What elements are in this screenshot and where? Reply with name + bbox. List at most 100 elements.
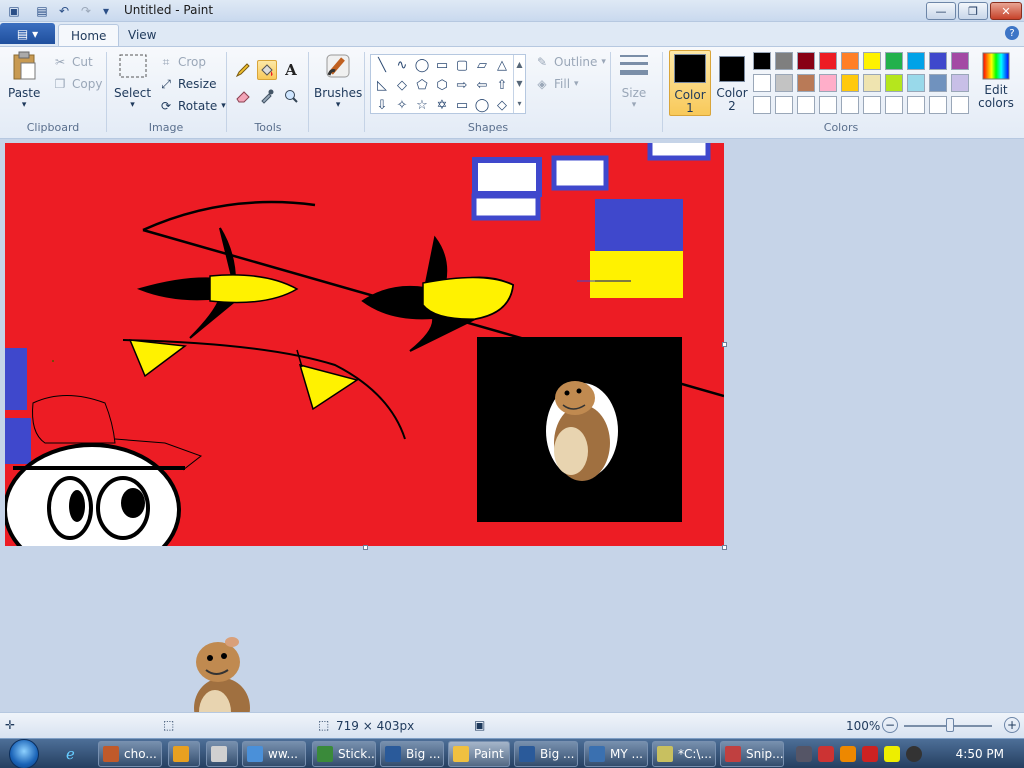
cloud-callout-shape-icon[interactable]: ◇: [493, 96, 511, 114]
palette-color-swatch[interactable]: [753, 74, 771, 92]
flag-icon[interactable]: [862, 746, 878, 762]
taskbar-item[interactable]: MY ...: [584, 741, 648, 767]
undo-icon[interactable]: ↶: [56, 3, 72, 19]
drawing-canvas[interactable]: [5, 143, 724, 546]
curve-shape-icon[interactable]: ∿: [393, 56, 411, 74]
customize-quick-access-icon[interactable]: ▾: [98, 3, 114, 19]
volume-icon[interactable]: [906, 746, 922, 762]
palette-color-swatch[interactable]: [907, 74, 925, 92]
shapes-scrollbar[interactable]: ▲ ▼ ▾: [513, 55, 525, 113]
palette-color-swatch[interactable]: [885, 96, 903, 114]
five-point-star-shape-icon[interactable]: ☆: [413, 96, 431, 114]
triangle-shape-icon[interactable]: △: [493, 56, 511, 74]
paste-button[interactable]: Paste ▾: [8, 50, 40, 110]
color1-button[interactable]: Color 1: [669, 50, 711, 116]
palette-color-swatch[interactable]: [863, 52, 881, 70]
taskbar-item[interactable]: Big ...: [514, 741, 578, 767]
redo-icon[interactable]: ↷: [78, 3, 94, 19]
tray-icon[interactable]: [884, 746, 900, 762]
help-icon[interactable]: ?: [1005, 26, 1019, 40]
copy-button[interactable]: ❐ Copy: [52, 76, 103, 92]
taskbar-item[interactable]: *C:\...: [652, 741, 716, 767]
oval-callout-shape-icon[interactable]: ◯: [473, 96, 491, 114]
clock[interactable]: 4:50 PM: [956, 747, 1004, 761]
start-button[interactable]: [2, 739, 46, 768]
diamond-shape-icon[interactable]: ◇: [393, 76, 411, 94]
internet-explorer-icon[interactable]: ℯ: [66, 745, 75, 763]
taskbar-item[interactable]: cho...: [98, 741, 162, 767]
minimize-button[interactable]: —: [926, 2, 956, 20]
up-arrow-shape-icon[interactable]: ⇧: [493, 76, 511, 94]
palette-color-swatch[interactable]: [885, 52, 903, 70]
palette-color-swatch[interactable]: [841, 52, 859, 70]
palette-color-swatch[interactable]: [951, 52, 969, 70]
fill-button[interactable]: ◈ Fill ▾: [534, 76, 578, 92]
edit-colors-button[interactable]: Edit colors: [976, 50, 1016, 110]
color2-button[interactable]: Color 2: [713, 50, 751, 116]
paint-app-icon[interactable]: ▣: [6, 3, 22, 19]
taskbar-item[interactable]: Stick...: [312, 741, 376, 767]
brushes-button[interactable]: Brushes ▾: [314, 50, 362, 110]
taskbar-item[interactable]: [206, 741, 238, 767]
palette-color-swatch[interactable]: [753, 96, 771, 114]
fill-icon[interactable]: [257, 60, 277, 80]
taskbar-item[interactable]: Paint: [448, 741, 510, 767]
oval-shape-icon[interactable]: ◯: [413, 56, 431, 74]
tray-icon[interactable]: [818, 746, 834, 762]
right-triangle-shape-icon[interactable]: ◺: [373, 76, 391, 94]
tab-home[interactable]: Home: [58, 24, 120, 46]
taskbar-item[interactable]: ww...: [242, 741, 306, 767]
palette-color-swatch[interactable]: [907, 96, 925, 114]
rounded-rectangle-shape-icon[interactable]: ▢: [453, 56, 471, 74]
palette-color-swatch[interactable]: [775, 74, 793, 92]
right-arrow-shape-icon[interactable]: ⇨: [453, 76, 471, 94]
size-button[interactable]: Size ▾: [618, 50, 650, 110]
zoom-in-button[interactable]: +: [1004, 717, 1020, 733]
zoom-out-button[interactable]: −: [882, 717, 898, 733]
hexagon-shape-icon[interactable]: ⬡: [433, 76, 451, 94]
palette-color-swatch[interactable]: [819, 74, 837, 92]
save-icon[interactable]: ▤: [34, 3, 50, 19]
down-arrow-shape-icon[interactable]: ⇩: [373, 96, 391, 114]
taskbar-item[interactable]: Big ...: [380, 741, 444, 767]
select-button[interactable]: Select ▾: [114, 50, 151, 110]
cut-button[interactable]: ✂ Cut: [52, 54, 93, 70]
magnifier-icon[interactable]: [281, 86, 301, 106]
four-point-star-shape-icon[interactable]: ✧: [393, 96, 411, 114]
resize-handle-right[interactable]: [722, 342, 727, 347]
palette-color-swatch[interactable]: [929, 52, 947, 70]
palette-color-swatch[interactable]: [885, 74, 903, 92]
resize-button[interactable]: ⤢ Resize: [158, 76, 216, 92]
palette-color-swatch[interactable]: [863, 74, 881, 92]
paint-menu-button[interactable]: ▤ ▾: [0, 23, 55, 44]
pentagon-shape-icon[interactable]: ⬠: [413, 76, 431, 94]
crop-button[interactable]: ⌗ Crop: [158, 54, 206, 70]
palette-color-swatch[interactable]: [929, 96, 947, 114]
paste-dropdown-icon[interactable]: ▾: [22, 100, 27, 110]
text-icon[interactable]: A: [281, 60, 301, 80]
brushes-dropdown-icon[interactable]: ▾: [336, 100, 341, 110]
palette-color-swatch[interactable]: [863, 96, 881, 114]
palette-color-swatch[interactable]: [907, 52, 925, 70]
tray-icon[interactable]: [796, 746, 812, 762]
pencil-icon[interactable]: [233, 60, 253, 80]
zoom-slider-thumb[interactable]: [946, 718, 954, 732]
resize-handle-corner[interactable]: [722, 545, 727, 550]
palette-color-swatch[interactable]: [929, 74, 947, 92]
palette-color-swatch[interactable]: [841, 74, 859, 92]
palette-color-swatch[interactable]: [819, 52, 837, 70]
palette-color-swatch[interactable]: [797, 52, 815, 70]
color-picker-icon[interactable]: [257, 86, 277, 106]
tray-icon[interactable]: [840, 746, 856, 762]
palette-color-swatch[interactable]: [753, 52, 771, 70]
taskbar-item[interactable]: [168, 741, 200, 767]
outline-button[interactable]: ✎ Outline ▾: [534, 54, 606, 70]
close-button[interactable]: ✕: [990, 2, 1022, 20]
palette-color-swatch[interactable]: [951, 96, 969, 114]
palette-color-swatch[interactable]: [797, 74, 815, 92]
rectangle-shape-icon[interactable]: ▭: [433, 56, 451, 74]
taskbar-item[interactable]: Snip...: [720, 741, 784, 767]
rotate-button[interactable]: ⟳ Rotate ▾: [158, 98, 226, 114]
palette-color-swatch[interactable]: [775, 52, 793, 70]
palette-color-swatch[interactable]: [797, 96, 815, 114]
